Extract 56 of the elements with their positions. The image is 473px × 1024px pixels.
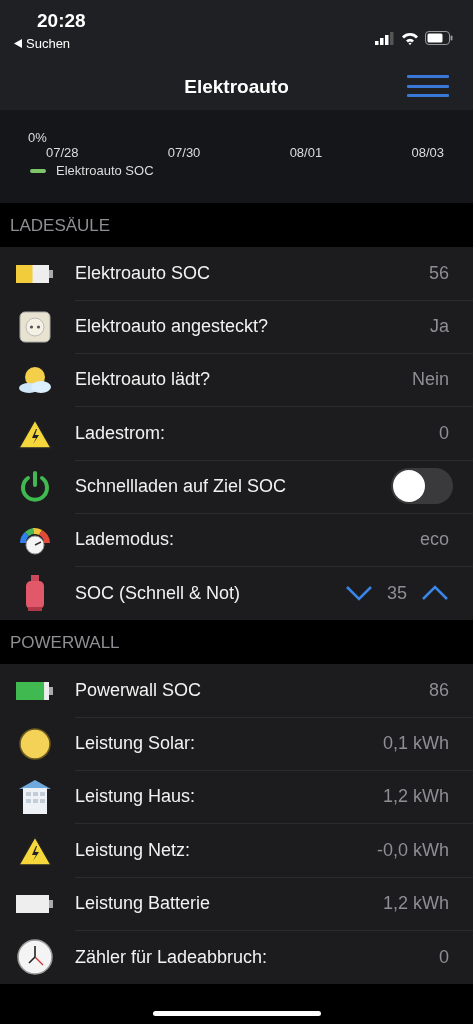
- row-label: Leistung Haus:: [75, 786, 197, 808]
- power-icon: [18, 469, 52, 504]
- battery-icon: [425, 31, 453, 45]
- value-text: 1,2 kWh: [382, 786, 449, 808]
- row-label: Elektroauto angesteckt?: [75, 315, 270, 337]
- row-label: SOC (Schnell & Not): [75, 582, 242, 604]
- value-text: -0,0 kWh: [376, 839, 449, 861]
- power-socket-icon: [19, 310, 51, 343]
- status-time: 20:28: [37, 10, 86, 32]
- row-label: Schnellladen auf Ziel SOC: [75, 475, 288, 497]
- row-label: Lademodus:: [75, 529, 176, 551]
- axis-label: 07/30: [167, 145, 201, 160]
- value-text: Ja: [430, 315, 449, 337]
- row-label: Powerwall SOC: [75, 679, 203, 701]
- gauge-icon: [17, 525, 53, 556]
- row-label: Elektroauto lädt?: [75, 369, 212, 391]
- row-label: Zähler für Ladeabbruch:: [75, 946, 269, 968]
- back-triangle-icon: [14, 39, 22, 48]
- toggle-switch[interactable]: [391, 468, 453, 505]
- house-icon: [18, 779, 52, 816]
- warning-icon: [18, 835, 52, 866]
- gas-bottle-icon: [25, 575, 45, 612]
- value-text: 35: [386, 582, 407, 604]
- value-text: Nein: [411, 369, 449, 391]
- legend-label: Elektroauto SOC: [56, 163, 154, 178]
- section-header: LADESÄULE: [10, 216, 111, 236]
- chevron-down-icon[interactable]: [344, 584, 373, 603]
- sun-icon: [18, 727, 52, 761]
- row-label: Elektroauto SOC: [75, 262, 212, 284]
- axis-label: 08/01: [289, 145, 323, 160]
- section-header: POWERWALL: [10, 633, 120, 654]
- row-label: Leistung Solar:: [75, 733, 197, 754]
- value-text: 1,2 kWh: [382, 892, 449, 914]
- battery-icon: [16, 894, 54, 913]
- value-text: 86: [428, 679, 449, 701]
- axis-label: 08/03: [411, 145, 444, 160]
- nav-title: Elektroauto: [184, 76, 289, 98]
- row-label: Leistung Netz:: [75, 839, 192, 861]
- row-label: Ladestrom:: [75, 422, 167, 444]
- battery-icon: [16, 681, 54, 700]
- warning-icon: [18, 418, 52, 449]
- value-text: eco: [419, 529, 449, 551]
- signal-icon: [375, 31, 395, 45]
- value-text: 56: [428, 262, 449, 284]
- axis-label: 0%: [28, 130, 48, 145]
- back-link[interactable]: Suchen: [26, 36, 71, 51]
- wifi-icon: [401, 31, 419, 45]
- axis-label: 07/28: [46, 145, 79, 160]
- sun-cloud-icon: [17, 365, 53, 396]
- battery-icon: [16, 264, 54, 283]
- clock-icon: [17, 939, 53, 976]
- value-text: 0: [439, 946, 449, 968]
- row-label: Leistung Batterie: [75, 892, 212, 914]
- value-text: 0: [439, 422, 449, 444]
- value-text: 0,1 kWh: [382, 733, 449, 754]
- menu-icon[interactable]: [407, 75, 449, 97]
